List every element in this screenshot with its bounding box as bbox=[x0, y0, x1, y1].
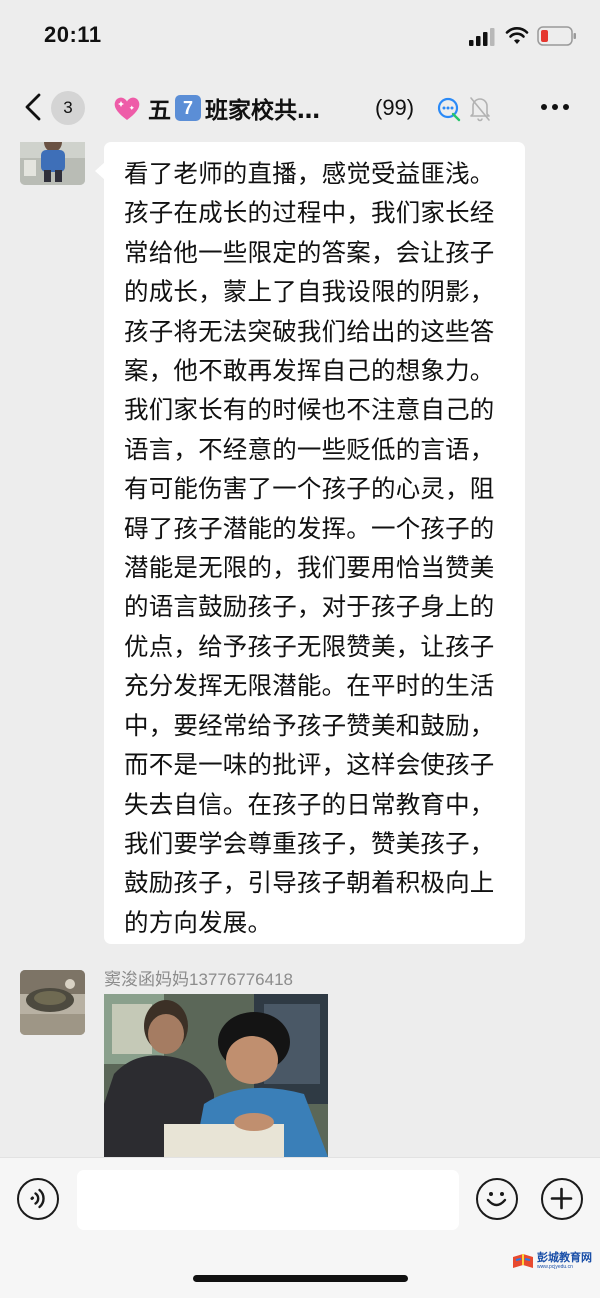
emoji-icon bbox=[486, 1192, 507, 1207]
watermark-url: www.pcjyedu.cn bbox=[537, 1263, 573, 1270]
more-functions-button[interactable] bbox=[541, 1178, 583, 1220]
sparkling-heart-icon bbox=[114, 97, 140, 120]
watermark-text-group: 彭城教育网 www.pcjyedu.cn bbox=[537, 1251, 592, 1270]
emoji-button[interactable] bbox=[476, 1178, 518, 1220]
member-count: (99) bbox=[375, 95, 415, 120]
avatar[interactable] bbox=[20, 142, 85, 185]
voice-button[interactable] bbox=[17, 1178, 59, 1220]
photo-thumbnail bbox=[104, 994, 328, 1157]
watermark-name: 彭城教育网 bbox=[537, 1251, 592, 1264]
more-icon[interactable] bbox=[540, 103, 570, 111]
nav-bar: 3 五 7 班家校共… (99) bbox=[0, 72, 600, 142]
unread-count-badge[interactable]: 3 bbox=[51, 91, 85, 125]
message-bubble[interactable]: 看了老师的直播，感觉受益匪浅。孩子在成长的过程中，我们家长经常给他一些限定的答案… bbox=[95, 142, 525, 944]
signal-icon bbox=[469, 28, 495, 46]
home-indicator[interactable] bbox=[193, 1275, 408, 1282]
input-bar: 彭城教育网 www.pcjyedu.cn bbox=[0, 1157, 600, 1298]
chat-title-part1: 五 bbox=[148, 98, 171, 124]
message-text: 看了老师的直播，感觉受益匪浅。孩子在成长的过程中，我们家长经常给他一些限定的答案… bbox=[124, 159, 495, 937]
watermark: 彭城教育网 www.pcjyedu.cn bbox=[512, 1250, 592, 1272]
status-time: 20:11 bbox=[44, 22, 102, 47]
chat-message-list[interactable]: 看了老师的直播，感觉受益匪浅。孩子在成长的过程中，我们家长经常给他一些限定的答案… bbox=[0, 142, 600, 1157]
chat-title-part2: 班家校共… bbox=[205, 98, 320, 124]
group-assistant-icon[interactable] bbox=[436, 96, 462, 122]
chat-title: 五 7 班家校共… bbox=[112, 90, 320, 126]
avatar-photo bbox=[20, 142, 85, 185]
battery-icon bbox=[537, 26, 576, 46]
back-icon[interactable] bbox=[22, 92, 44, 122]
plus-icon bbox=[550, 1187, 573, 1210]
watermark-logo-icon bbox=[513, 1254, 533, 1268]
voice-icon bbox=[30, 1188, 45, 1209]
mute-icon bbox=[470, 97, 490, 122]
keycap-number-badge: 7 bbox=[175, 95, 201, 121]
avatar[interactable] bbox=[20, 970, 85, 1035]
message-input[interactable] bbox=[77, 1170, 459, 1230]
status-bar: 20:11 bbox=[0, 0, 600, 72]
avatar-photo bbox=[20, 970, 85, 1035]
sender-name: 窦浚函妈妈13776776418 bbox=[104, 970, 294, 989]
bubble-tail bbox=[95, 162, 105, 180]
wifi-icon bbox=[505, 27, 529, 44]
image-message[interactable] bbox=[104, 994, 328, 1157]
